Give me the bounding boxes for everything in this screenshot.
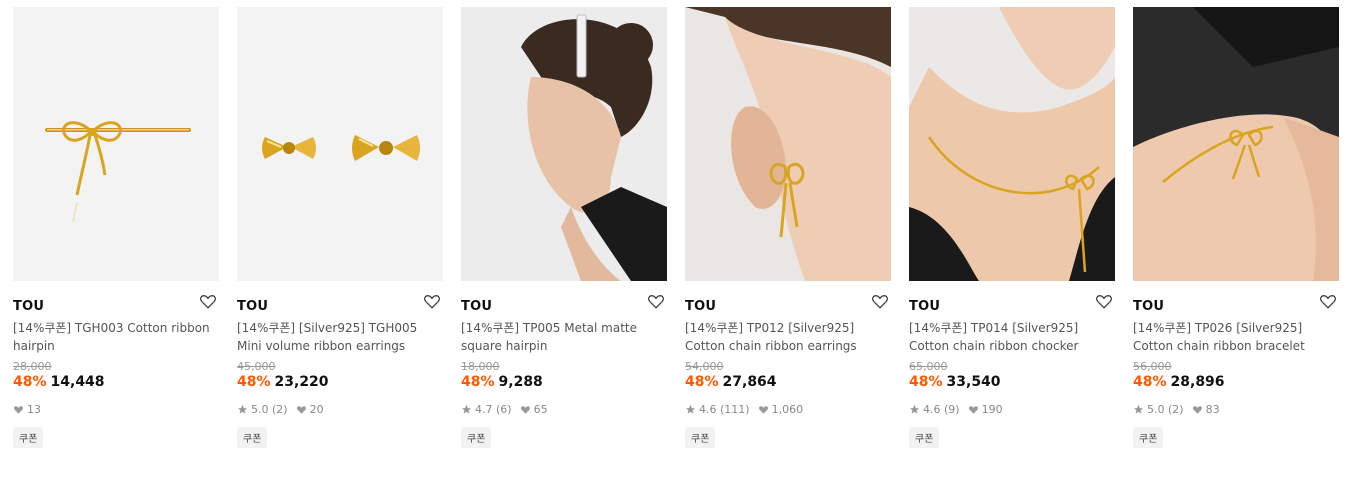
review-count: (2): [272, 402, 288, 416]
discount-rate: 48%: [909, 374, 943, 390]
product-name[interactable]: [14%쿠폰] TP014 [Silver925] Cotton chain r…: [909, 319, 1115, 355]
original-price: 45,000: [237, 360, 276, 373]
product-grid: TOU [14%쿠폰] TGH003 Cotton ribbon hairpin…: [0, 0, 1346, 478]
brand-name[interactable]: TOU: [685, 299, 716, 314]
product-name[interactable]: [14%쿠폰] TP005 Metal matte square hairpin: [461, 319, 667, 355]
product-meta: 5.0 (2) 83: [1133, 402, 1339, 416]
discount-rate: 48%: [685, 374, 719, 390]
rating-score: 4.7: [475, 402, 493, 416]
sale-price: 28,896: [1170, 374, 1225, 390]
sale-price: 14,448: [50, 374, 105, 390]
coupon-badge: 쿠폰: [237, 427, 268, 448]
wishlist-heart-icon[interactable]: [1095, 292, 1113, 310]
product-meta: 4.6 (111) 1,060: [685, 402, 891, 416]
like-count: 65: [533, 402, 548, 416]
rating-score: 4.6: [699, 402, 717, 416]
rating-score: 5.0: [1147, 402, 1165, 416]
star-icon: [237, 404, 248, 414]
wishlist-heart-icon[interactable]: [423, 292, 441, 310]
rating-score: 4.6: [923, 402, 941, 416]
discount-rate: 48%: [461, 374, 495, 390]
original-price: 65,000: [909, 360, 948, 373]
like-count: 20: [309, 402, 324, 416]
product-meta: 4.6 (9) 190: [909, 402, 1115, 416]
product-card[interactable]: TOU [14%쿠폰] TP026 [Silver925] Cotton cha…: [1133, 7, 1339, 448]
heart-filled-icon: [758, 405, 768, 414]
price-row: 48% 28,896: [1133, 373, 1339, 391]
heart-filled-icon: [520, 405, 530, 414]
discount-rate: 48%: [13, 374, 47, 390]
sale-price: 33,540: [946, 374, 1001, 390]
product-card[interactable]: TOU [14%쿠폰] TP005 Metal matte square hai…: [461, 7, 667, 448]
coupon-badge: 쿠폰: [685, 427, 716, 448]
brand-name[interactable]: TOU: [461, 299, 492, 314]
wishlist-heart-icon[interactable]: [871, 292, 889, 310]
review-count: (9): [944, 402, 960, 416]
wishlist-heart-icon[interactable]: [1319, 292, 1337, 310]
heart-filled-icon: [296, 405, 306, 414]
product-card[interactable]: TOU [14%쿠폰] TP014 [Silver925] Cotton cha…: [909, 7, 1115, 448]
product-card[interactable]: TOU [14%쿠폰] TGH003 Cotton ribbon hairpin…: [13, 7, 219, 448]
product-image[interactable]: [237, 7, 443, 281]
product-image[interactable]: [909, 7, 1115, 281]
heart-filled-icon: [1192, 405, 1202, 414]
like-count: 1,060: [771, 402, 804, 416]
original-price: 28,000: [13, 360, 52, 373]
price-row: 48% 9,288: [461, 373, 667, 391]
price-row: 48% 14,448: [13, 373, 219, 391]
like-count: 190: [981, 402, 1003, 416]
star-icon: [685, 404, 696, 414]
product-card[interactable]: TOU [14%쿠폰] [Silver925] TGH005 Mini volu…: [237, 7, 443, 448]
like-count: 83: [1205, 402, 1220, 416]
sale-price: 27,864: [722, 374, 777, 390]
product-card[interactable]: TOU [14%쿠폰] TP012 [Silver925] Cotton cha…: [685, 7, 891, 448]
review-count: (111): [720, 402, 750, 416]
product-image[interactable]: [461, 7, 667, 281]
original-price: 18,000: [461, 360, 500, 373]
product-name[interactable]: [14%쿠폰] TP026 [Silver925] Cotton chain r…: [1133, 319, 1339, 355]
wishlist-heart-icon[interactable]: [199, 292, 217, 310]
price-row: 48% 27,864: [685, 373, 891, 391]
star-icon: [909, 404, 920, 414]
star-icon: [1133, 404, 1144, 414]
rating-score: 5.0: [251, 402, 269, 416]
brand-name[interactable]: TOU: [13, 299, 44, 314]
like-count: 13: [27, 402, 41, 416]
coupon-badge: 쿠폰: [461, 427, 492, 448]
product-image[interactable]: [685, 7, 891, 281]
product-meta: 5.0 (2) 20: [237, 402, 443, 416]
sale-price: 9,288: [498, 374, 543, 390]
product-meta: 13: [13, 402, 219, 416]
heart-filled-icon: [968, 405, 978, 414]
product-image[interactable]: [1133, 7, 1339, 281]
coupon-badge: 쿠폰: [909, 427, 940, 448]
discount-rate: 48%: [237, 374, 271, 390]
price-row: 48% 23,220: [237, 373, 443, 391]
wishlist-heart-icon[interactable]: [647, 292, 665, 310]
review-count: (2): [1168, 402, 1184, 416]
product-name[interactable]: [14%쿠폰] [Silver925] TGH005 Mini volume r…: [237, 319, 443, 355]
brand-name[interactable]: TOU: [1133, 299, 1164, 314]
coupon-badge: 쿠폰: [1133, 427, 1164, 448]
product-image[interactable]: [13, 7, 219, 281]
discount-rate: 48%: [1133, 374, 1167, 390]
product-meta: 4.7 (6) 65: [461, 402, 667, 416]
price-row: 48% 33,540: [909, 373, 1115, 391]
sale-price: 23,220: [274, 374, 329, 390]
product-name[interactable]: [14%쿠폰] TP012 [Silver925] Cotton chain r…: [685, 319, 891, 355]
review-count: (6): [496, 402, 512, 416]
original-price: 54,000: [685, 360, 724, 373]
brand-name[interactable]: TOU: [909, 299, 940, 314]
original-price: 56,000: [1133, 360, 1172, 373]
product-name[interactable]: [14%쿠폰] TGH003 Cotton ribbon hairpin: [13, 319, 219, 355]
star-icon: [461, 404, 472, 414]
coupon-badge: 쿠폰: [13, 427, 44, 448]
heart-filled-icon: [14, 405, 23, 414]
brand-name[interactable]: TOU: [237, 299, 268, 314]
